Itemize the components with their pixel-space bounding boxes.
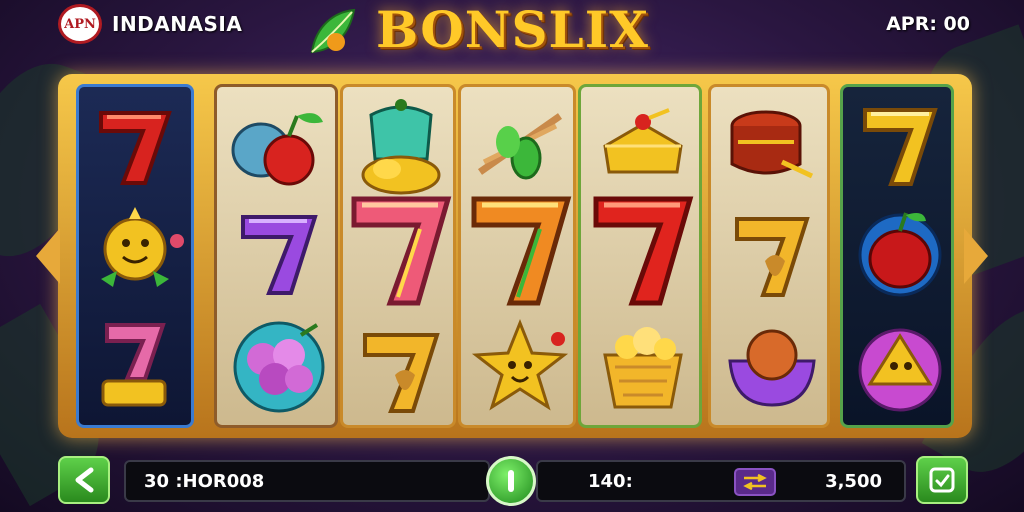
seven-purple-icon [231,205,327,301]
reel-3 [340,84,456,428]
seven-gold-small-icon [725,207,819,303]
grapes-icon [227,315,331,415]
spin-button[interactable] [486,456,536,506]
butter-dish-icon [593,101,693,191]
seven-big-red-icon [587,187,699,311]
reel-5 [578,84,702,428]
bet-adjust-button[interactable] [734,468,776,496]
refresh-icon [929,467,955,493]
sun-face-icon [87,199,187,295]
date-display: APR: 00 [886,13,970,35]
menu-button[interactable] [916,456,968,504]
balance-display: 30 :HOR008 [124,460,490,502]
leaf-icon [310,8,356,54]
bowl-purple-icon [719,315,825,415]
seven-pink-bar-icon [91,315,181,415]
reel-2 [214,84,338,428]
back-button[interactable] [58,456,110,504]
seven-big-orange-icon [465,187,573,311]
leaf-bundle-icon [469,101,571,191]
balance-text: 30 :HOR008 [144,470,265,492]
reel-6 [708,84,830,428]
cabinet-left-arrow-icon [36,228,60,284]
game-title: BONSLIX [376,0,649,59]
reel-4 [458,84,576,428]
bet-text: 140: [588,470,633,492]
fruit-bag-icon [227,101,331,193]
red-fruit-icon [849,201,951,301]
cabinet-right-arrow-icon [964,228,988,284]
cheese-wedge-icon [849,317,951,415]
seven-gold-right-icon [853,99,947,191]
seven-red-icon [89,101,181,191]
cake-coins-icon [349,95,453,199]
spin-icon [508,470,514,492]
bet-win-panel: 140: 3,500 [536,460,906,502]
reel-1 [76,84,194,428]
win-text: 3,500 [825,470,882,492]
seven-big-pink-icon [345,187,453,311]
brand-logo: APN [58,4,102,44]
drum-icon [721,101,823,191]
seven-gold-icon [353,323,449,419]
gold-basket-icon [591,315,695,415]
reel-7 [840,84,954,428]
bet-adjust-icon [743,474,767,490]
star-face-icon [469,315,571,415]
chevron-left-icon [75,467,94,493]
brand-name: INDANASIA [112,12,243,36]
